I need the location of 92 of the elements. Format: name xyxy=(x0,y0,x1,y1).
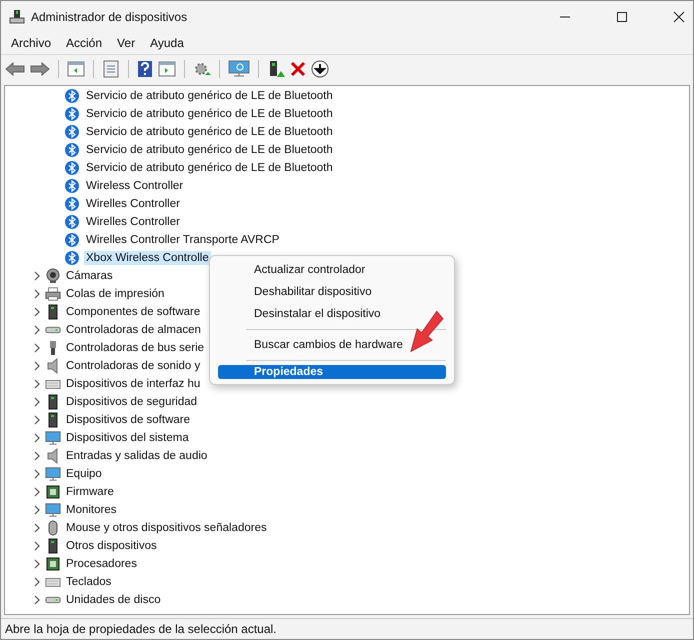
tree-item[interactable]: Servicio de atributo genérico de LE de Bluetooth xyxy=(84,89,335,103)
tree-item[interactable]: Dispositivos de software xyxy=(64,413,192,427)
device-manager-icon xyxy=(9,8,25,24)
chevron-icon[interactable] xyxy=(32,397,42,407)
chevron-icon[interactable] xyxy=(32,505,42,515)
tree-item[interactable]: Firmware xyxy=(64,485,116,499)
chevron-icon[interactable] xyxy=(32,433,42,443)
tree-item[interactable]: Cámaras xyxy=(64,269,115,283)
bluetooth-icon xyxy=(65,233,79,247)
bluetooth-icon xyxy=(65,161,79,175)
tree-item[interactable]: Mouse y otros dispositivos señaladores xyxy=(64,521,269,535)
bluetooth-icon xyxy=(65,179,79,193)
tree-item[interactable]: Servicio de atributo genérico de LE de Bluetooth xyxy=(84,143,335,157)
bluetooth-icon xyxy=(65,215,79,229)
tree-item[interactable]: Procesadores xyxy=(64,557,139,571)
tree-item[interactable]: Colas de impresión xyxy=(64,287,166,301)
chevron-icon[interactable] xyxy=(32,523,42,533)
menu-option[interactable]: Buscar cambios de hardware xyxy=(218,334,405,356)
forward-arrow-icon[interactable] xyxy=(30,61,50,77)
tree-item[interactable]: Xbox Wireless Controlle xyxy=(84,251,211,265)
menu-item[interactable]: Archivo xyxy=(11,36,52,50)
monitor-search-icon[interactable] xyxy=(228,60,250,78)
menu-item[interactable]: Ayuda xyxy=(150,36,184,50)
bluetooth-icon xyxy=(65,125,79,139)
download-icon[interactable] xyxy=(311,60,329,78)
window-panel-icon[interactable] xyxy=(158,61,176,77)
menu-option[interactable]: Actualizar controlador xyxy=(218,259,368,281)
bluetooth-icon xyxy=(65,197,79,211)
menu-option[interactable]: Desinstalar el dispositivo xyxy=(218,303,383,325)
chevron-icon[interactable] xyxy=(32,451,42,461)
chevron-icon[interactable] xyxy=(32,307,42,317)
tree-item[interactable]: Wirelles Controller xyxy=(84,197,182,211)
bluetooth-icon xyxy=(65,89,79,103)
delete-icon[interactable] xyxy=(290,61,306,77)
menu-option[interactable]: Propiedades xyxy=(218,365,446,379)
chevron-icon[interactable] xyxy=(32,559,42,569)
chevron-icon[interactable] xyxy=(32,469,42,479)
chevron-icon[interactable] xyxy=(32,415,42,425)
tree-item[interactable]: Dispositivos de seguridad xyxy=(64,395,200,409)
chevron-icon[interactable] xyxy=(32,595,42,605)
bluetooth-icon xyxy=(65,107,79,121)
tree-item[interactable]: Servicio de atributo genérico de LE de Bluetooth xyxy=(84,107,335,121)
gear-icon[interactable] xyxy=(193,60,211,78)
tree-item[interactable]: Monitores xyxy=(64,503,118,517)
chip-icon xyxy=(45,484,61,500)
status-text: Abre la hoja de propiedades de la selección actual. xyxy=(5,622,277,636)
menu-item[interactable]: Ver xyxy=(117,36,136,50)
chevron-icon[interactable] xyxy=(32,577,42,587)
tree-item[interactable]: Controladoras de bus serie xyxy=(64,341,206,355)
tree-item[interactable]: Componentes de software xyxy=(64,305,202,319)
drive-icon xyxy=(45,596,61,604)
tree-item[interactable]: Otros dispositivos xyxy=(64,539,159,553)
monitor-icon xyxy=(45,466,61,482)
chevron-icon[interactable] xyxy=(32,325,42,335)
back-arrow-icon[interactable] xyxy=(5,61,25,77)
window-panel-icon[interactable] xyxy=(67,61,85,77)
menu-item[interactable]: Acción xyxy=(66,36,102,50)
tree-item[interactable]: Dispositivos de interfaz hu xyxy=(64,377,202,391)
chevron-icon[interactable] xyxy=(32,379,42,389)
tree-item[interactable]: Servicio de atributo genérico de LE de Bluetooth xyxy=(84,161,335,175)
camera-icon xyxy=(45,268,61,284)
tree-item[interactable]: Teclados xyxy=(64,575,114,589)
document-icon[interactable] xyxy=(102,60,120,78)
tree-item[interactable]: Wireless Controller xyxy=(84,179,186,193)
menu-option[interactable]: Deshabilitar dispositivo xyxy=(218,281,374,303)
tree-item[interactable]: Controladoras de sonido y xyxy=(64,359,202,373)
help-icon[interactable] xyxy=(137,60,153,78)
chip-icon xyxy=(45,556,61,572)
computer-add-icon[interactable] xyxy=(267,60,285,78)
bluetooth-icon xyxy=(65,143,79,157)
close-icon[interactable] xyxy=(673,10,685,22)
chevron-icon[interactable] xyxy=(32,487,42,497)
tree-item[interactable]: Equipo xyxy=(64,467,104,481)
tree-item[interactable]: Wirelles Controller Transporte AVRCP xyxy=(84,233,282,247)
chevron-icon[interactable] xyxy=(32,289,42,299)
chevron-icon[interactable] xyxy=(32,343,42,353)
drive-icon xyxy=(45,326,61,334)
printer-icon xyxy=(45,286,61,302)
tree-item[interactable]: Servicio de atributo genérico de LE de Bluetooth xyxy=(84,125,335,139)
tree-item[interactable]: Wirelles Controller xyxy=(84,215,182,229)
monitor-icon xyxy=(45,430,61,446)
tree-item[interactable]: Unidades de disco xyxy=(64,593,163,607)
chevron-icon[interactable] xyxy=(32,541,42,551)
maximize-icon[interactable] xyxy=(616,10,628,22)
monitor-icon xyxy=(45,502,61,518)
chevron-icon[interactable] xyxy=(32,271,42,281)
tree-item[interactable]: Dispositivos del sistema xyxy=(64,431,191,445)
bluetooth-icon xyxy=(65,251,79,265)
chevron-icon[interactable] xyxy=(32,361,42,371)
tree-item[interactable]: Entradas y salidas de audio xyxy=(64,449,210,463)
tree-item[interactable]: Controladoras de almacen xyxy=(64,323,203,337)
window-title: Administrador de dispositivos xyxy=(31,10,188,24)
